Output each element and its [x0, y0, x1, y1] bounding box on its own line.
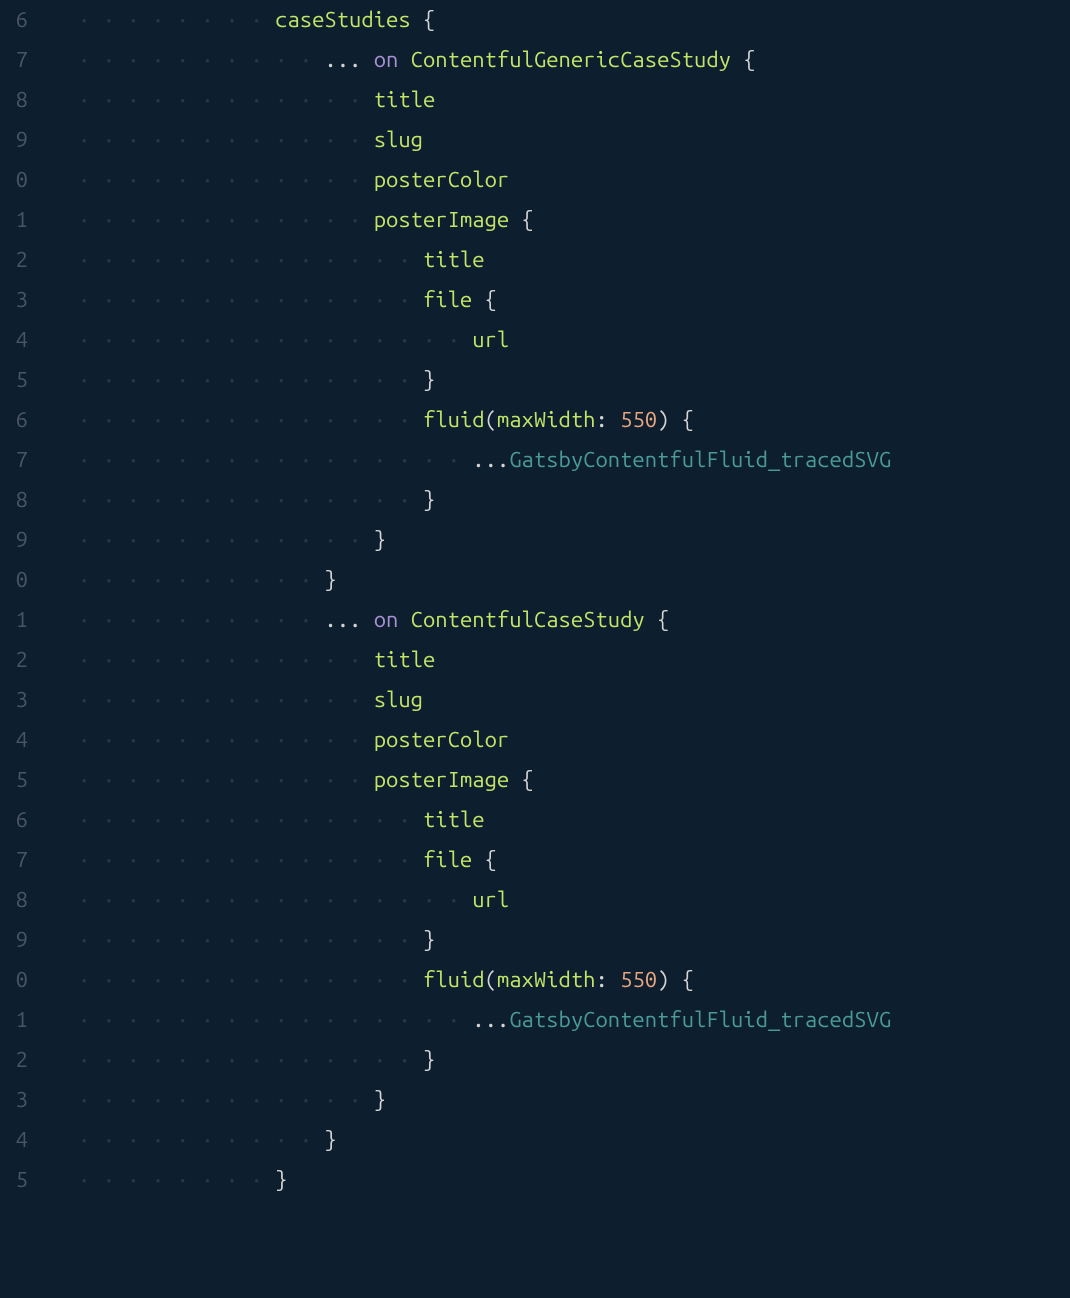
line-number: 7	[0, 40, 28, 80]
line-number: 6	[0, 800, 28, 840]
line-number: 9	[0, 520, 28, 560]
code-line: · · · · · · · · · · ... on ContentfulCas…	[78, 600, 1070, 640]
line-number: 6	[0, 0, 28, 40]
line-number: 2	[0, 240, 28, 280]
line-number: 1	[0, 200, 28, 240]
code-line: · · · · · · · · · · · · · · · · url	[78, 320, 1070, 360]
line-number: 5	[0, 760, 28, 800]
line-number: 8	[0, 80, 28, 120]
code-line: · · · · · · · · · · · · slug	[78, 120, 1070, 160]
code-line: · · · · · · · · · · · · · · · · ...Gatsb…	[78, 1000, 1070, 1040]
line-number: 2	[0, 640, 28, 680]
code-line: · · · · · · · · · · · · · · · · url	[78, 880, 1070, 920]
code-line: · · · · · · · · · · · · title	[78, 640, 1070, 680]
code-line: · · · · · · · · · · · · posterImage {	[78, 200, 1070, 240]
code-line: · · · · · · · · · · · · }	[78, 1080, 1070, 1120]
line-number: 2	[0, 1040, 28, 1080]
line-number: 9	[0, 920, 28, 960]
line-number: 1	[0, 600, 28, 640]
code-line: · · · · · · · · · · · · · · · · ...Gatsb…	[78, 440, 1070, 480]
line-number: 5	[0, 360, 28, 400]
code-line: · · · · · · · · · · · · }	[78, 520, 1070, 560]
code-line: · · · · · · · · · · · · · · }	[78, 1040, 1070, 1080]
code-line: · · · · · · · · · · ... on ContentfulGen…	[78, 40, 1070, 80]
code-line: · · · · · · · · · · · · · · title	[78, 240, 1070, 280]
code-line: · · · · · · · · · · · · · · title	[78, 800, 1070, 840]
code-line: · · · · · · · · · · }	[78, 560, 1070, 600]
line-number: 0	[0, 560, 28, 600]
line-number: 7	[0, 440, 28, 480]
line-number: 8	[0, 880, 28, 920]
line-number: 0	[0, 960, 28, 1000]
code-line: · · · · · · · · · · · · · · file {	[78, 280, 1070, 320]
line-number: 8	[0, 480, 28, 520]
line-number: 0	[0, 160, 28, 200]
code-line: · · · · · · · · · · · · · · file {	[78, 840, 1070, 880]
code-line: · · · · · · · · · · · · posterColor	[78, 160, 1070, 200]
code-line: · · · · · · · · · · · · · · fluid(maxWid…	[78, 400, 1070, 440]
line-number: 1	[0, 1000, 28, 1040]
code-line: · · · · · · · · · · }	[78, 1120, 1070, 1160]
code-line: · · · · · · · · caseStudies {	[78, 0, 1070, 40]
code-line: · · · · · · · · · · · · · · }	[78, 480, 1070, 520]
code-editor: 6 7 8 9 0 1 2 3 4 5 6 7 8 9 0 1 2 3 4 5 …	[0, 0, 1070, 1200]
line-number: 3	[0, 1080, 28, 1120]
code-content[interactable]: · · · · · · · · caseStudies { · · · · · …	[28, 0, 1070, 1200]
code-line: · · · · · · · · · · · · title	[78, 80, 1070, 120]
code-line: · · · · · · · · · · · · posterImage {	[78, 760, 1070, 800]
code-line: · · · · · · · · · · · · · · }	[78, 360, 1070, 400]
code-line: · · · · · · · · }	[78, 1160, 1070, 1200]
line-number: 4	[0, 320, 28, 360]
line-number: 5	[0, 1160, 28, 1200]
line-number-gutter: 6 7 8 9 0 1 2 3 4 5 6 7 8 9 0 1 2 3 4 5 …	[0, 0, 28, 1200]
code-line: · · · · · · · · · · · · posterColor	[78, 720, 1070, 760]
line-number: 9	[0, 120, 28, 160]
code-line: · · · · · · · · · · · · · · }	[78, 920, 1070, 960]
line-number: 6	[0, 400, 28, 440]
line-number: 4	[0, 720, 28, 760]
line-number: 3	[0, 680, 28, 720]
line-number: 7	[0, 840, 28, 880]
code-line: · · · · · · · · · · · · · · fluid(maxWid…	[78, 960, 1070, 1000]
line-number: 3	[0, 280, 28, 320]
code-line: · · · · · · · · · · · · slug	[78, 680, 1070, 720]
line-number: 4	[0, 1120, 28, 1160]
